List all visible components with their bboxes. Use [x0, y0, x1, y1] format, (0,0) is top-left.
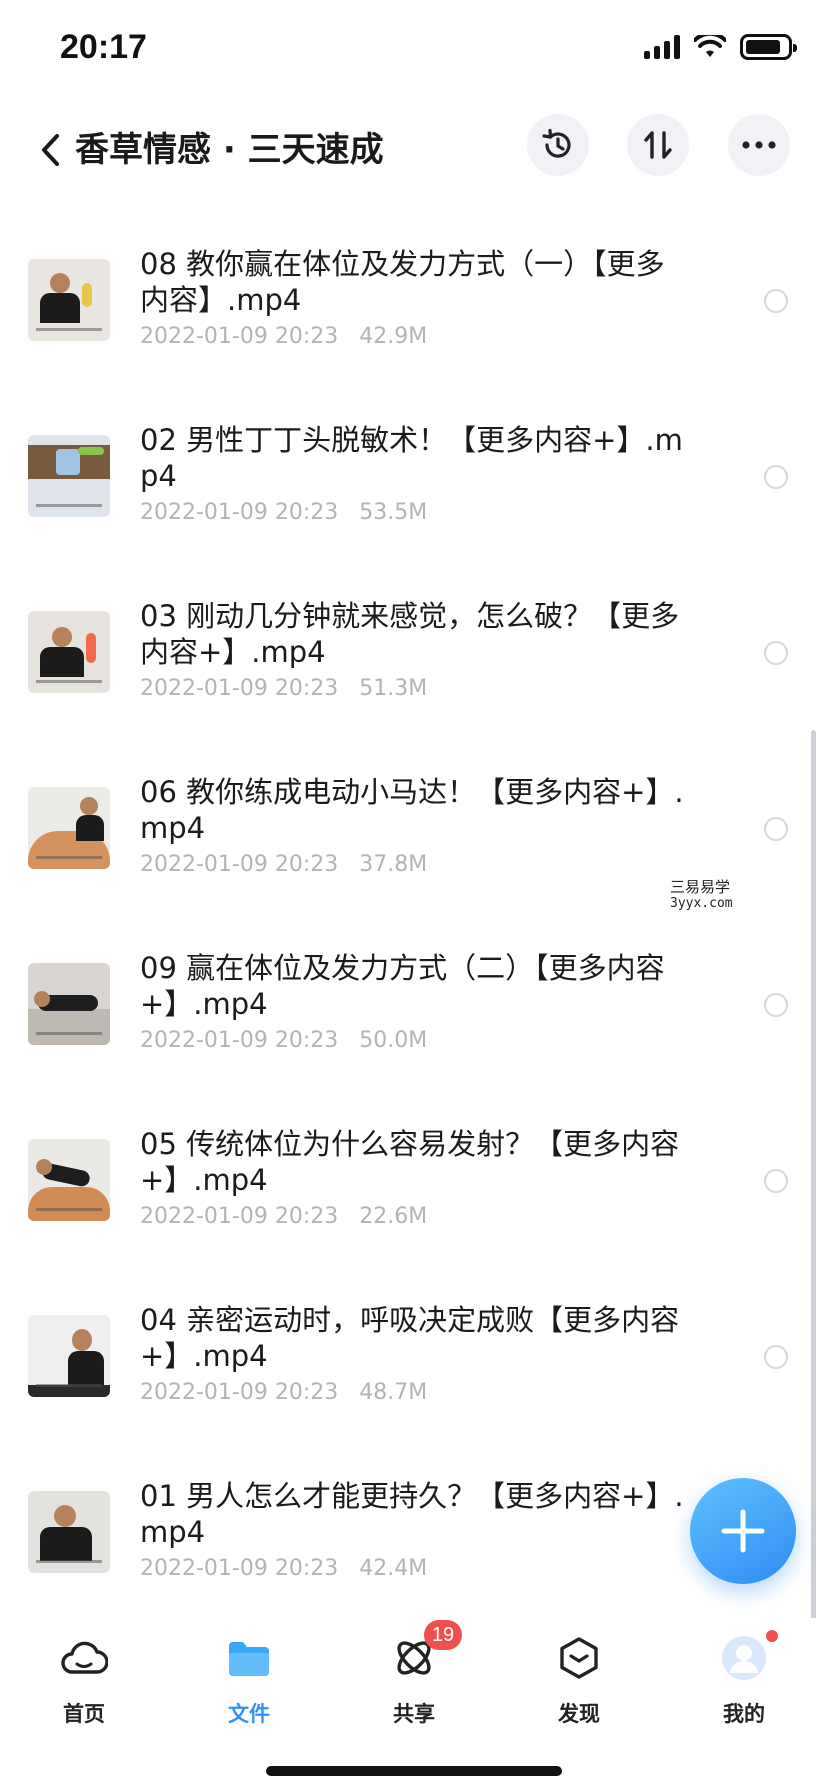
wifi-icon — [694, 35, 726, 57]
file-meta: 2022-01-09 20:23 42.4M — [140, 1556, 427, 1581]
video-thumbnail — [28, 787, 110, 869]
file-date: 2022-01-09 20:23 — [140, 1380, 339, 1405]
file-size: 50.0M — [359, 1028, 428, 1053]
battery-icon — [740, 34, 797, 60]
back-button[interactable] — [30, 122, 70, 178]
select-radio[interactable] — [764, 993, 788, 1017]
status-time: 20:17 — [60, 28, 147, 66]
top-bar: 香草情感 · 三天速成 — [0, 100, 828, 200]
file-meta: 2022-01-09 20:23 53.5M — [140, 500, 427, 525]
select-radio[interactable] — [764, 465, 788, 489]
cellular-signal-icon — [644, 35, 680, 59]
status-bar: 20:17 — [0, 0, 828, 100]
nav-label: 共享 — [393, 1702, 435, 1726]
history-button[interactable] — [527, 114, 589, 176]
file-name: 08 教你赢在体位及发力方式（一）【更多内容】.mp4 — [140, 247, 665, 317]
video-thumbnail — [28, 435, 110, 517]
chevron-left-icon — [42, 134, 59, 166]
more-icon — [742, 141, 776, 149]
file-date: 2022-01-09 20:23 — [140, 1556, 339, 1581]
select-radio[interactable] — [764, 817, 788, 841]
file-row[interactable]: 09 赢在体位及发力方式（二）【更多内容+】.mp4 2022-01-09 20… — [0, 930, 828, 1106]
status-icons — [644, 34, 797, 60]
select-radio[interactable] — [764, 1345, 788, 1369]
sort-icon — [644, 131, 672, 159]
notification-dot — [764, 1628, 780, 1644]
video-thumbnail — [28, 1491, 110, 1573]
file-date: 2022-01-09 20:23 — [140, 500, 339, 525]
watermark-text: 三易易学 — [670, 878, 731, 896]
file-size: 53.5M — [359, 500, 428, 525]
file-name: 09 赢在体位及发力方式（二）【更多内容+】.mp4 — [140, 951, 665, 1021]
select-radio[interactable] — [764, 1169, 788, 1193]
video-thumbnail — [28, 611, 110, 693]
add-button[interactable] — [690, 1478, 796, 1584]
nav-files[interactable]: 文件 — [189, 1634, 309, 1744]
home-indicator[interactable] — [266, 1766, 562, 1776]
video-thumbnail — [28, 963, 110, 1045]
nav-home[interactable]: 首页 — [24, 1634, 144, 1744]
select-radio[interactable] — [764, 289, 788, 313]
nav-label: 文件 — [228, 1702, 270, 1726]
select-radio[interactable] — [764, 641, 788, 665]
more-button[interactable] — [728, 114, 790, 176]
file-row[interactable]: 08 教你赢在体位及发力方式（一）【更多内容】.mp4 2022-01-09 2… — [0, 226, 828, 402]
file-size: 48.7M — [359, 1380, 428, 1405]
file-row[interactable]: 05 传统体位为什么容易发射？【更多内容+】.mp4 2022-01-09 20… — [0, 1106, 828, 1282]
file-meta: 2022-01-09 20:23 48.7M — [140, 1380, 427, 1405]
file-size: 42.9M — [359, 324, 428, 349]
file-date: 2022-01-09 20:23 — [140, 852, 339, 877]
folder-icon — [225, 1634, 273, 1682]
file-meta: 2022-01-09 20:23 51.3M — [140, 676, 427, 701]
file-name: 04 亲密运动时，呼吸决定成败【更多内容+】.mp4 — [140, 1303, 680, 1373]
nav-profile[interactable]: 我的 — [684, 1628, 804, 1744]
sort-button[interactable] — [627, 114, 689, 176]
file-meta: 2022-01-09 20:23 22.6M — [140, 1204, 427, 1229]
nav-share[interactable]: 19 共享 — [354, 1620, 474, 1744]
file-row[interactable]: 04 亲密运动时，呼吸决定成败【更多内容+】.mp4 2022-01-09 20… — [0, 1282, 828, 1458]
file-name: 06 教你练成电动小马达！【更多内容+】.mp4 — [140, 775, 684, 845]
file-meta: 2022-01-09 20:23 50.0M — [140, 1028, 427, 1053]
file-name: 03 刚动几分钟就来感觉，怎么破？【更多内容+】.mp4 — [140, 599, 680, 669]
nav-label: 发现 — [558, 1702, 600, 1726]
file-meta: 2022-01-09 20:23 37.8M — [140, 852, 427, 877]
avatar-icon — [720, 1634, 768, 1682]
file-size: 42.4M — [359, 1556, 428, 1581]
nav-discover[interactable]: 发现 — [519, 1634, 639, 1744]
file-row[interactable]: 03 刚动几分钟就来感觉，怎么破？【更多内容+】.mp4 2022-01-09 … — [0, 578, 828, 754]
video-thumbnail — [28, 1139, 110, 1221]
file-date: 2022-01-09 20:23 — [140, 676, 339, 701]
video-thumbnail — [28, 259, 110, 341]
file-size: 51.3M — [359, 676, 428, 701]
file-size: 37.8M — [359, 852, 428, 877]
scrollbar[interactable] — [811, 730, 816, 1620]
page-title: 香草情感 · 三天速成 — [75, 130, 384, 170]
file-row[interactable]: 02 男性丁丁头脱敏术！【更多内容+】.mp4 2022-01-09 20:23… — [0, 402, 828, 578]
file-name: 05 传统体位为什么容易发射？【更多内容+】.mp4 — [140, 1127, 680, 1197]
file-meta: 2022-01-09 20:23 42.9M — [140, 324, 427, 349]
video-thumbnail — [28, 1315, 110, 1397]
nav-label: 我的 — [723, 1702, 765, 1726]
file-name: 02 男性丁丁头脱敏术！【更多内容+】.mp4 — [140, 423, 683, 493]
plus-icon — [721, 1509, 765, 1553]
watermark: 三易易学 3yyx.com — [570, 870, 828, 916]
file-date: 2022-01-09 20:23 — [140, 1204, 339, 1229]
watermark-url: 3yyx.com — [670, 896, 733, 911]
nav-label: 首页 — [63, 1702, 105, 1726]
file-size: 22.6M — [359, 1204, 428, 1229]
cloud-icon — [60, 1634, 108, 1682]
discover-icon — [555, 1634, 603, 1682]
file-date: 2022-01-09 20:23 — [140, 1028, 339, 1053]
file-date: 2022-01-09 20:23 — [140, 324, 339, 349]
notification-badge: 19 — [424, 1620, 462, 1650]
history-icon — [542, 128, 571, 158]
file-name: 01 男人怎么才能更持久？【更多内容+】.mp4 — [140, 1479, 684, 1549]
